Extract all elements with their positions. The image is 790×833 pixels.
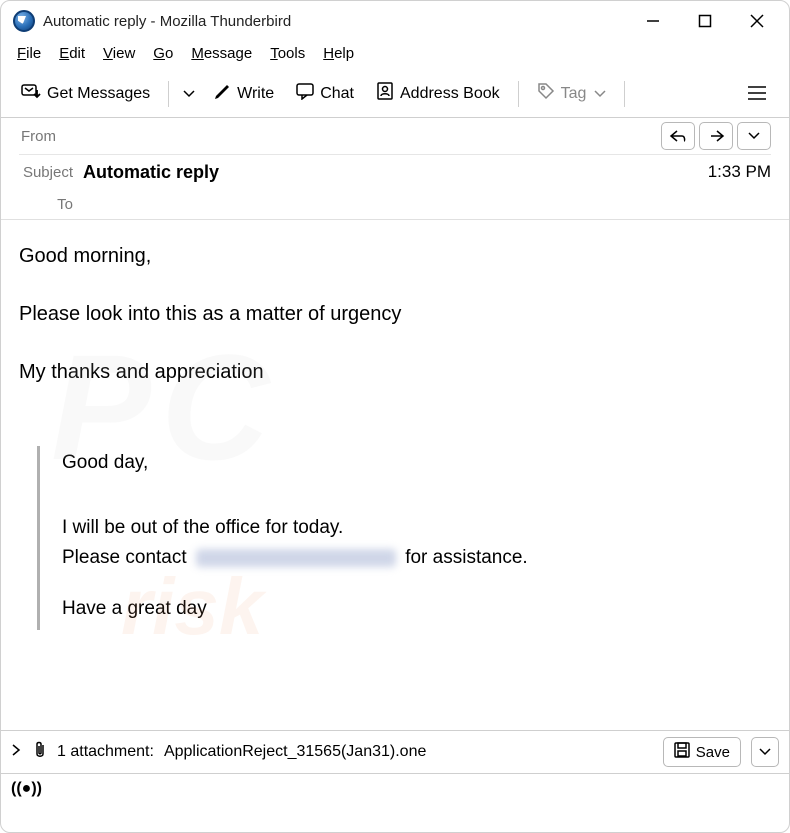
menu-edit[interactable]: Edit [59, 45, 85, 62]
thunderbird-app-icon [13, 10, 35, 32]
chat-icon [296, 82, 314, 105]
tag-icon [537, 82, 555, 105]
pencil-icon [213, 82, 231, 105]
menu-tools[interactable]: Tools [270, 45, 305, 62]
minimize-button[interactable] [627, 2, 679, 40]
body-line-1: Good morning, [19, 242, 771, 270]
main-toolbar: Get Messages Write Chat Address Book Tag [1, 70, 789, 118]
address-book-label: Address Book [400, 85, 500, 103]
menu-message[interactable]: Message [191, 45, 252, 62]
body-line-3: My thanks and appreciation [19, 358, 771, 386]
write-label: Write [237, 85, 274, 103]
subject-value: Automatic reply [83, 162, 219, 183]
attachment-bar: 1 attachment: ApplicationReject_31565(Ja… [1, 730, 789, 773]
tag-button[interactable]: Tag [529, 76, 615, 111]
menu-help[interactable]: Help [323, 45, 354, 62]
chat-button[interactable]: Chat [288, 76, 362, 111]
get-messages-dropdown[interactable] [179, 84, 199, 104]
address-book-icon [376, 82, 394, 105]
to-label: To [19, 196, 83, 213]
save-dropdown-button[interactable] [751, 737, 779, 767]
quoted-line-2: I will be out of the office for today. [62, 515, 771, 542]
download-icon [21, 82, 41, 105]
message-time: 1:33 PM [708, 162, 771, 182]
write-button[interactable]: Write [205, 76, 282, 111]
save-label: Save [696, 744, 730, 761]
menu-view[interactable]: View [103, 45, 135, 62]
menu-go[interactable]: Go [153, 45, 173, 62]
get-messages-label: Get Messages [47, 85, 150, 103]
redacted-contact [196, 549, 396, 567]
get-messages-button[interactable]: Get Messages [13, 76, 158, 111]
address-book-button[interactable]: Address Book [368, 76, 508, 111]
more-actions-button[interactable] [737, 122, 771, 150]
maximize-button[interactable] [679, 2, 731, 40]
quoted-reply: Good day, I will be out of the office fo… [37, 446, 771, 630]
tag-label: Tag [561, 85, 587, 103]
menu-file[interactable]: File [17, 45, 41, 62]
save-attachment-button[interactable]: Save [663, 737, 741, 767]
paperclip-icon [31, 740, 47, 765]
activity-indicator-icon: ((●)) [11, 780, 42, 798]
chevron-down-icon [183, 90, 195, 98]
save-icon [674, 742, 690, 762]
chat-label: Chat [320, 85, 354, 103]
status-bar: ((●)) [1, 773, 789, 804]
quoted-line-4: Have a great day [62, 596, 771, 623]
app-menu-button[interactable] [737, 77, 777, 111]
quoted-line-1: Good day, [62, 450, 771, 477]
subject-label: Subject [19, 164, 83, 181]
chevron-down-icon [594, 90, 606, 98]
title-bar: Automatic reply - Mozilla Thunderbird [1, 1, 789, 41]
menu-bar: File Edit View Go Message Tools Help [1, 41, 789, 70]
body-line-2: Please look into this as a matter of urg… [19, 300, 771, 328]
message-body: Good morning, Please look into this as a… [1, 220, 789, 730]
attachment-filename[interactable]: ApplicationReject_31565(Jan31).one [164, 743, 426, 761]
window-title: Automatic reply - Mozilla Thunderbird [43, 13, 291, 30]
attachment-count: 1 attachment: [57, 743, 154, 761]
message-headers: From Subject Automatic reply 1:33 PM To [1, 118, 789, 220]
quoted-line-3: Please contact for assistance. [62, 545, 771, 572]
reply-button[interactable] [661, 122, 695, 150]
expand-attachment-button[interactable] [11, 743, 21, 762]
forward-button[interactable] [699, 122, 733, 150]
from-label: From [19, 128, 83, 145]
close-button[interactable] [731, 2, 783, 40]
